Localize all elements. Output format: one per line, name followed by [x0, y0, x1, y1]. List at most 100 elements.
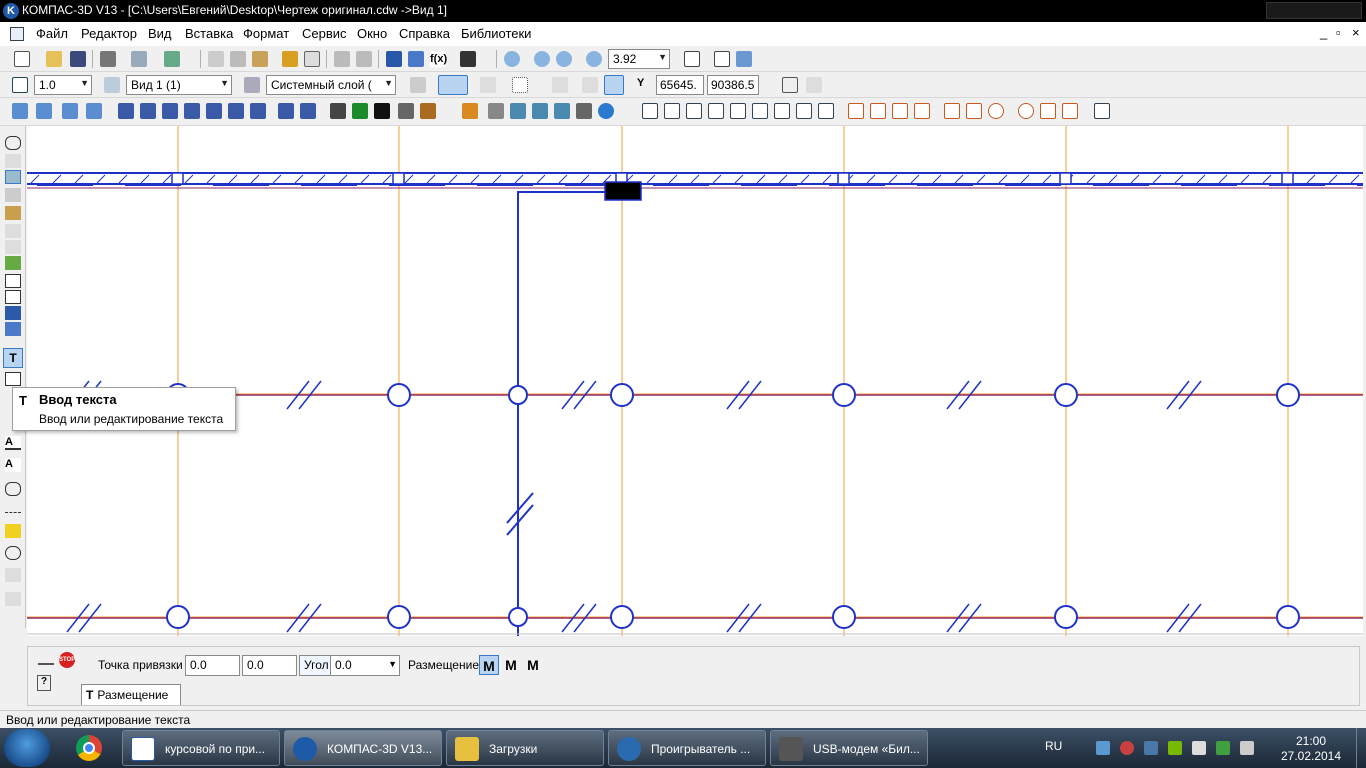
- block6-icon[interactable]: [752, 103, 768, 119]
- clock[interactable]: 21:00 27.02.2014: [1276, 734, 1346, 764]
- view-tool-icon[interactable]: [5, 322, 21, 336]
- start-button[interactable]: [4, 729, 50, 767]
- volume-icon[interactable]: [1240, 741, 1254, 755]
- paste-icon[interactable]: [252, 51, 268, 67]
- elec2-icon[interactable]: [870, 103, 886, 119]
- spreadsheet-icon[interactable]: [352, 103, 368, 119]
- lib4-icon[interactable]: [554, 103, 570, 119]
- ortho-icon[interactable]: [480, 77, 496, 93]
- brush-icon[interactable]: [282, 51, 298, 67]
- select-tool-icon[interactable]: [5, 240, 21, 254]
- report-tool-icon[interactable]: [5, 274, 21, 288]
- zoom-scale-icon[interactable]: [586, 51, 602, 67]
- nvidia-icon[interactable]: [1168, 741, 1182, 755]
- block5-icon[interactable]: [730, 103, 746, 119]
- lib-icon[interactable]: [488, 103, 504, 119]
- chart-icon[interactable]: [278, 103, 294, 119]
- text-tool-icon[interactable]: T: [3, 348, 23, 368]
- param-icon[interactable]: [118, 103, 134, 119]
- text-on-line-icon[interactable]: A: [5, 458, 21, 472]
- task-word[interactable]: курсовой по при...: [122, 730, 280, 766]
- variables-icon[interactable]: [408, 51, 424, 67]
- fit-icon[interactable]: [714, 51, 730, 67]
- contrast-icon[interactable]: [374, 103, 390, 119]
- doc-close-button[interactable]: ×: [1352, 25, 1360, 40]
- measure-icon[interactable]: [140, 103, 156, 119]
- elec4-icon[interactable]: [914, 103, 930, 119]
- menu-insert[interactable]: Вставка: [185, 26, 233, 41]
- menu-view[interactable]: Вид: [148, 26, 172, 41]
- doc-minimize-button[interactable]: _: [1320, 25, 1327, 40]
- preview-icon[interactable]: [131, 51, 147, 67]
- doc-icon[interactable]: [1094, 103, 1110, 119]
- magnet-icon[interactable]: [438, 75, 468, 95]
- block4-icon[interactable]: [708, 103, 724, 119]
- block3-icon[interactable]: [686, 103, 702, 119]
- tns-icon[interactable]: [796, 103, 812, 119]
- round-icon[interactable]: [604, 75, 624, 95]
- properties-icon[interactable]: [410, 77, 426, 93]
- manager-tool-icon[interactable]: [5, 306, 21, 320]
- help-pointer-icon[interactable]: [460, 51, 476, 67]
- task-usb-modem[interactable]: USB-модем «Бил...: [770, 730, 928, 766]
- block7-icon[interactable]: [774, 103, 790, 119]
- block2-icon[interactable]: [664, 103, 680, 119]
- help-icon[interactable]: [598, 103, 614, 119]
- anchor-y-field[interactable]: 0.0: [242, 655, 297, 676]
- crosshair-icon[interactable]: [5, 546, 21, 560]
- save-icon[interactable]: [70, 51, 86, 67]
- copy-icon[interactable]: [230, 51, 246, 67]
- task-media-player[interactable]: Проигрыватель ...: [608, 730, 766, 766]
- local-cs-icon[interactable]: [552, 77, 568, 93]
- refresh-icon[interactable]: [736, 51, 752, 67]
- lib3-icon[interactable]: [532, 103, 548, 119]
- menu-file[interactable]: Файл: [36, 26, 68, 41]
- spec-icon[interactable]: [184, 103, 200, 119]
- folder-icon[interactable]: [462, 103, 478, 119]
- measure-tool-icon[interactable]: [5, 224, 21, 238]
- properties-icon[interactable]: [164, 51, 180, 67]
- tab-placement[interactable]: T Размещение: [81, 684, 181, 705]
- coord-y-field[interactable]: 90386.5: [707, 75, 759, 95]
- enter-icon[interactable]: [38, 655, 54, 665]
- menu-editor[interactable]: Редактор: [81, 26, 137, 41]
- help-icon[interactable]: ?: [37, 675, 51, 691]
- diamond-icon[interactable]: [250, 103, 266, 119]
- document-props-icon[interactable]: [304, 51, 320, 67]
- symbols-icon[interactable]: [62, 103, 78, 119]
- show-desktop-button[interactable]: [1356, 728, 1366, 768]
- lightning-icon[interactable]: [5, 524, 21, 538]
- tools-icon[interactable]: [330, 103, 346, 119]
- device-icon[interactable]: [1192, 741, 1206, 755]
- antivirus-icon[interactable]: [1120, 741, 1134, 755]
- dimension-tool-icon[interactable]: [5, 154, 21, 168]
- coord-x-field[interactable]: 65645.: [656, 75, 704, 95]
- elec8-icon[interactable]: [1018, 103, 1034, 119]
- geometry-tool-icon[interactable]: [5, 136, 21, 150]
- placement-left-button[interactable]: M: [479, 655, 499, 675]
- manager-icon[interactable]: [386, 51, 402, 67]
- layer-combo[interactable]: Системный слой ( ▼: [266, 75, 396, 95]
- pan-icon[interactable]: [684, 51, 700, 67]
- view-combo[interactable]: Вид 1 (1) ▼: [126, 75, 232, 95]
- elec3-icon[interactable]: [892, 103, 908, 119]
- geometry-icon[interactable]: [12, 103, 28, 119]
- zoom-combo[interactable]: 3.92 ▼: [608, 49, 670, 69]
- elec7-icon[interactable]: [988, 103, 1004, 119]
- angle-field[interactable]: 0.0 ▼: [330, 655, 400, 676]
- open-icon[interactable]: [46, 51, 62, 67]
- undo-icon[interactable]: [334, 51, 350, 67]
- table-icon[interactable]: [300, 103, 316, 119]
- insert-icon[interactable]: [228, 103, 244, 119]
- chrome-icon[interactable]: [68, 731, 108, 765]
- placement-right-button[interactable]: M: [523, 655, 543, 675]
- grid-step-icon[interactable]: [12, 77, 28, 93]
- doc-tool-icon[interactable]: [5, 290, 21, 304]
- drawing-canvas[interactable]: [27, 126, 1363, 636]
- grid-table-icon[interactable]: [818, 103, 834, 119]
- table-tool-icon[interactable]: [5, 372, 21, 386]
- elec10-icon[interactable]: [1062, 103, 1078, 119]
- elec5-icon[interactable]: [944, 103, 960, 119]
- elec9-icon[interactable]: [1040, 103, 1056, 119]
- grid-icon[interactable]: [512, 77, 528, 93]
